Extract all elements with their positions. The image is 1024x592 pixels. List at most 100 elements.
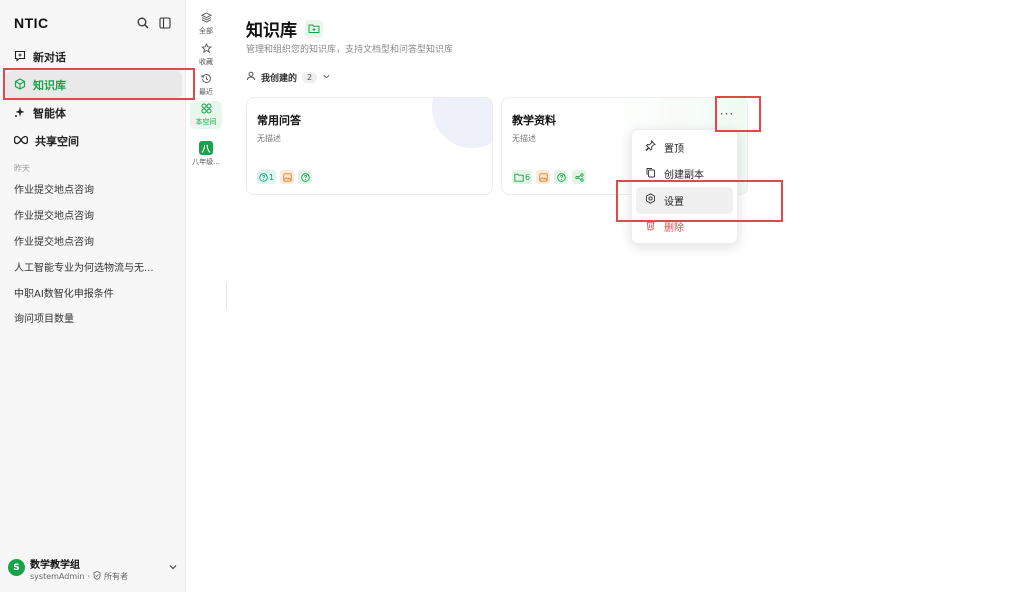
username: systemAdmin (30, 572, 85, 581)
divider (226, 283, 227, 309)
help-icon (556, 172, 566, 182)
page-title: 知识库 (246, 21, 297, 41)
history-item[interactable]: 询问项目数量 (14, 305, 174, 331)
copy-icon (645, 167, 656, 181)
chevron-down-icon (322, 72, 331, 84)
nav-new-chat[interactable]: 新对话 (6, 43, 182, 71)
history-item[interactable]: 作业提交地点咨询 (14, 202, 174, 228)
org-name: 数学教学组 (30, 560, 80, 571)
shield-icon (93, 571, 101, 582)
logo-row: NTIC (14, 14, 176, 34)
avatar: S (8, 559, 25, 576)
image-icon (282, 172, 292, 182)
more-options-button[interactable]: ··· (716, 104, 738, 124)
history-icon (201, 73, 212, 86)
rail-group-grade8[interactable]: 八 八年级... (186, 141, 226, 167)
sparkle-icon (14, 106, 26, 121)
card-title: 常用问答 (257, 114, 301, 127)
title-row: 知识库 (246, 16, 323, 41)
menu-pin[interactable]: 置顶 (636, 134, 733, 161)
settings-icon (645, 193, 656, 207)
menu-label: 创建副本 (664, 170, 704, 182)
pin-icon (645, 140, 656, 154)
knowledge-card[interactable]: 常用问答 无描述 1 (246, 97, 493, 195)
trash-icon (645, 220, 656, 234)
menu-settings[interactable]: 设置 (636, 187, 733, 214)
folder-plus-icon (308, 24, 320, 33)
card-title: 教学资料 (512, 114, 556, 127)
user-switcher[interactable]: S 数学教学组 systemAdmin · 所有者 (8, 554, 180, 584)
history-list: 作业提交地点咨询 作业提交地点咨询 作业提交地点咨询 人工智能专业为何选物流与无… (14, 176, 174, 331)
image-tag (280, 170, 295, 184)
count-badge: 2 (302, 72, 318, 83)
image-icon (538, 172, 548, 182)
menu-label: 置顶 (664, 143, 684, 155)
image-tag (536, 170, 551, 184)
tag-count: 6 (525, 172, 531, 182)
folder-icon (514, 173, 524, 182)
nav-label: 知识库 (33, 79, 66, 92)
history-item[interactable]: 作业提交地点咨询 (14, 228, 174, 254)
qa-tag: 1 (257, 170, 277, 184)
sidebar: NTIC 新对话 知识库 智能体 共享空间 昨天 作业提交地点咨询 作业提交地点… (0, 0, 186, 592)
separator: · (87, 572, 90, 581)
rail-label: 全部 (199, 27, 213, 35)
nav-knowledge-base[interactable]: 知识库 (6, 71, 182, 99)
nav-shared-space[interactable]: 共享空间 (6, 127, 182, 155)
filter-label: 我创建的 (261, 74, 298, 84)
layers-icon (200, 12, 212, 25)
menu-delete[interactable]: 删除 (636, 214, 733, 241)
menu-label: 删除 (664, 223, 684, 235)
menu-duplicate[interactable]: 创建副本 (636, 161, 733, 188)
rail-label: 收藏 (199, 58, 213, 66)
card-decoration (432, 98, 492, 148)
search-icon[interactable] (136, 16, 150, 30)
rail-this-space[interactable]: 本空间 (190, 101, 222, 129)
nav-label: 共享空间 (35, 135, 79, 148)
owner-filter[interactable]: 我创建的 2 (246, 71, 331, 84)
help-tag (298, 170, 313, 184)
rail-favorites[interactable]: 收藏 (190, 41, 222, 69)
grid-icon (201, 103, 212, 116)
user-icon (246, 71, 256, 84)
logo[interactable]: NTIC (14, 15, 49, 31)
user-meta: systemAdmin · 所有者 (30, 571, 128, 582)
main-content: 知识库 管理和组织您的知识库，支持文档型和问答型知识库 我创建的 2 常用问答 … (246, 0, 1024, 592)
help-icon (300, 172, 310, 182)
rail-all[interactable]: 全部 (190, 10, 222, 38)
rail-label: 本空间 (195, 118, 217, 126)
history-item[interactable]: 作业提交地点咨询 (14, 176, 174, 202)
help-tag (554, 170, 569, 184)
rail-label: 最近 (199, 88, 213, 96)
new-folder-button[interactable] (305, 19, 323, 38)
card-description: 无描述 (512, 134, 536, 143)
nav-agents[interactable]: 智能体 (6, 99, 182, 127)
tag-count: 1 (269, 172, 275, 182)
share-icon (574, 172, 584, 182)
share-tag (572, 170, 587, 184)
sidebar-toggle-icon[interactable] (158, 16, 172, 30)
cube-icon (14, 77, 26, 93)
page-subtitle: 管理和组织您的知识库，支持文档型和问答型知识库 (246, 45, 454, 55)
menu-label: 设置 (664, 196, 684, 208)
group-badge: 八 (199, 141, 213, 155)
history-item[interactable]: 人工智能专业为何选物流与无... (14, 253, 174, 279)
user-role: 所有者 (103, 572, 128, 581)
rail-recent[interactable]: 最近 (190, 71, 222, 99)
card-options-menu: 置顶 创建副本 设置 删除 (631, 129, 738, 244)
folder-tag: 6 (512, 170, 533, 184)
question-icon (259, 172, 268, 182)
nav-label: 新对话 (33, 51, 66, 64)
history-section-label: 昨天 (14, 164, 30, 173)
card-tags: 6 (512, 170, 587, 184)
card-tags: 1 (257, 170, 313, 184)
category-rail: 全部 收藏 最近 本空间 八 八年级... (186, 0, 226, 592)
sidebar-nav: 新对话 知识库 智能体 共享空间 (6, 43, 182, 155)
star-icon (200, 42, 212, 56)
history-item[interactable]: 中职AI数智化申报条件 (14, 279, 174, 305)
infinity-icon (13, 135, 29, 148)
chevron-down-icon[interactable] (168, 562, 178, 575)
chat-icon (14, 50, 26, 65)
card-description: 无描述 (257, 134, 281, 143)
nav-label: 智能体 (33, 107, 66, 120)
